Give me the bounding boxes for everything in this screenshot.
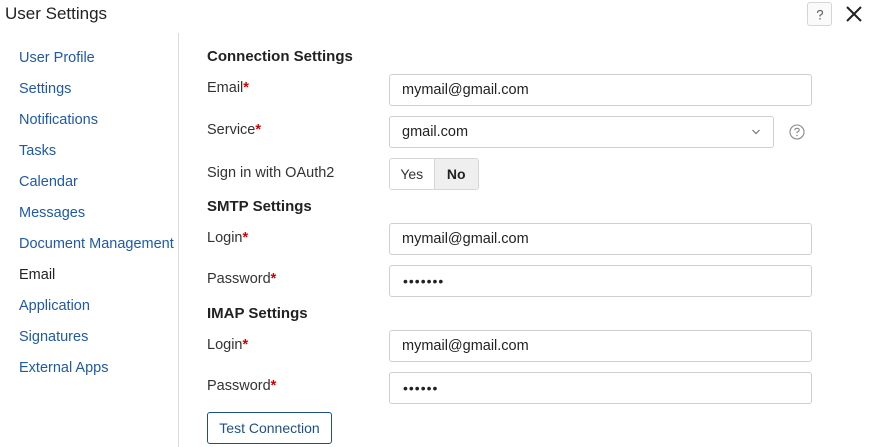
required-marker: * xyxy=(243,80,249,96)
test-connection-button[interactable]: Test Connection xyxy=(207,412,332,444)
required-marker: * xyxy=(255,122,262,138)
oauth-toggle[interactable]: Yes No xyxy=(389,158,479,190)
imap-login-input[interactable] xyxy=(402,331,802,361)
required-marker: * xyxy=(242,230,249,246)
close-icon xyxy=(846,6,862,22)
sidebar-item-email[interactable]: Email xyxy=(19,267,55,283)
smtp-login-input[interactable] xyxy=(402,224,802,254)
required-marker: * xyxy=(242,337,249,353)
sidebar-item-signatures[interactable]: Signatures xyxy=(19,329,88,345)
imap-password-label: Password* xyxy=(207,378,277,394)
email-label: Email* xyxy=(207,80,249,96)
help-button[interactable] xyxy=(807,2,832,26)
smtp-password-label: Password* xyxy=(207,271,277,287)
smtp-password-mask: ••••••• xyxy=(403,273,445,289)
sidebar-item-application[interactable]: Application xyxy=(19,298,90,314)
sidebar-item-document-management[interactable]: Document Management xyxy=(19,236,174,252)
service-label: Service* xyxy=(207,122,262,138)
imap-login-label: Login* xyxy=(207,337,249,353)
sidebar-item-calendar[interactable]: Calendar xyxy=(19,174,78,190)
question-circle-icon[interactable] xyxy=(789,124,805,140)
sidebar-item-settings[interactable]: Settings xyxy=(19,81,71,97)
required-marker: * xyxy=(270,271,277,287)
smtp-password-field[interactable]: ••••••• xyxy=(389,265,812,297)
help-icon xyxy=(816,9,824,20)
sidebar-item-user-profile[interactable]: User Profile xyxy=(19,50,95,66)
oauth-yes-option[interactable]: Yes xyxy=(390,159,435,189)
sidebar-item-notifications[interactable]: Notifications xyxy=(19,112,98,128)
close-button[interactable] xyxy=(845,5,863,23)
imap-password-field[interactable]: •••••• xyxy=(389,372,812,404)
oauth-label: Sign in with OAuth2 xyxy=(207,165,335,181)
service-selected-value: gmail.com xyxy=(402,124,469,140)
sidebar-item-tasks[interactable]: Tasks xyxy=(19,143,56,159)
sidebar-item-messages[interactable]: Messages xyxy=(19,205,85,221)
dialog-title: User Settings xyxy=(5,4,108,23)
imap-password-mask: •••••• xyxy=(403,380,439,396)
smtp-login-field[interactable] xyxy=(389,223,812,255)
connection-settings-heading: Connection Settings xyxy=(207,48,353,65)
required-marker: * xyxy=(270,378,277,394)
smtp-login-label: Login* xyxy=(207,230,249,246)
oauth-no-option[interactable]: No xyxy=(434,159,478,189)
service-select[interactable]: gmail.com xyxy=(389,116,774,148)
sidebar-item-external-apps[interactable]: External Apps xyxy=(19,360,108,376)
chevron-down-icon xyxy=(752,129,760,135)
email-input[interactable] xyxy=(402,75,802,105)
imap-login-field[interactable] xyxy=(389,330,812,362)
imap-settings-heading: IMAP Settings xyxy=(207,305,308,322)
smtp-settings-heading: SMTP Settings xyxy=(207,198,312,215)
email-field[interactable] xyxy=(389,74,812,106)
